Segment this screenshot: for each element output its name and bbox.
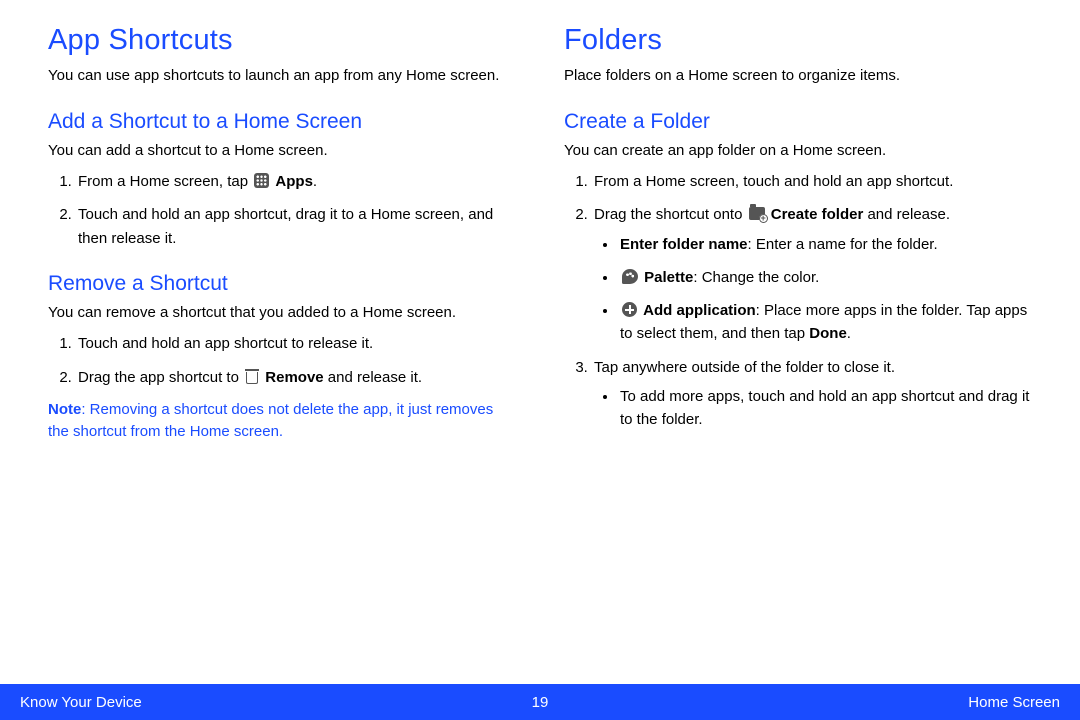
text: From a Home screen, tap	[78, 173, 252, 190]
note-text: : Removing a shortcut does not delete th…	[48, 401, 493, 441]
add-application-icon	[622, 302, 637, 317]
paragraph: You can add a shortcut to a Home screen.	[48, 140, 516, 163]
list-item: Enter folder name: Enter a name for the …	[618, 233, 1032, 256]
heading-app-shortcuts: App Shortcuts	[48, 24, 516, 57]
paragraph: You can create an app folder on a Home s…	[564, 140, 1032, 163]
bullet-list: To add more apps, touch and hold an app …	[594, 385, 1032, 432]
note-label: Note	[48, 401, 81, 418]
text: Tap anywhere outside of the folder to cl…	[594, 359, 895, 376]
footer-left: Know Your Device	[20, 694, 142, 711]
list-item: From a Home screen, touch and hold an ap…	[592, 170, 1032, 193]
text: : Change the color.	[693, 269, 819, 286]
text: .	[847, 325, 851, 342]
text: and release it.	[324, 369, 422, 386]
bold-label: Done	[809, 325, 847, 342]
right-column: Folders Place folders on a Home screen t…	[564, 24, 1032, 672]
left-column: App Shortcuts You can use app shortcuts …	[48, 24, 516, 672]
list-item: Drag the shortcut onto Create folder and…	[592, 203, 1032, 345]
list-item: Add application: Place more apps in the …	[618, 299, 1032, 346]
bold-label: Enter folder name	[620, 236, 748, 253]
bold-label: Add application	[643, 302, 756, 319]
list-item: Tap anywhere outside of the folder to cl…	[592, 356, 1032, 432]
list-item: Touch and hold an app shortcut, drag it …	[76, 203, 516, 250]
paragraph: You can remove a shortcut that you added…	[48, 302, 516, 325]
paragraph: Place folders on a Home screen to organi…	[564, 65, 1032, 88]
list-item: Palette: Change the color.	[618, 266, 1032, 289]
bold-label: Apps	[275, 173, 313, 190]
list-item: Drag the app shortcut to Remove and rele…	[76, 366, 516, 389]
list-item: Touch and hold an app shortcut to releas…	[76, 332, 516, 355]
text: Drag the app shortcut to	[78, 369, 243, 386]
bold-label: Palette	[644, 269, 693, 286]
text: Drag the shortcut onto	[594, 206, 747, 223]
apps-grid-icon	[254, 173, 269, 188]
note: Note: Removing a shortcut does not delet…	[48, 399, 516, 444]
paragraph: You can use app shortcuts to launch an a…	[48, 65, 516, 88]
ordered-list: From a Home screen, tap Apps. Touch and …	[48, 170, 516, 250]
heading-create-folder: Create a Folder	[564, 110, 1032, 134]
bullet-list: Enter folder name: Enter a name for the …	[594, 233, 1032, 346]
text: and release.	[863, 206, 950, 223]
bold-label: Create folder	[771, 206, 864, 223]
bold-label: Remove	[265, 369, 323, 386]
palette-icon	[622, 269, 638, 284]
list-item: To add more apps, touch and hold an app …	[618, 385, 1032, 432]
footer-right: Home Screen	[968, 694, 1060, 711]
heading-remove-shortcut: Remove a Shortcut	[48, 272, 516, 296]
heading-folders: Folders	[564, 24, 1032, 57]
text: : Enter a name for the folder.	[748, 236, 938, 253]
create-folder-icon	[749, 207, 765, 220]
page-footer: Know Your Device 19 Home Screen	[0, 684, 1080, 720]
text: .	[313, 173, 317, 190]
ordered-list: From a Home screen, touch and hold an ap…	[564, 170, 1032, 431]
ordered-list: Touch and hold an app shortcut to releas…	[48, 332, 516, 389]
list-item: From a Home screen, tap Apps.	[76, 170, 516, 193]
page-number: 19	[532, 694, 549, 711]
trash-icon	[245, 369, 259, 384]
heading-add-shortcut: Add a Shortcut to a Home Screen	[48, 110, 516, 134]
page-content: App Shortcuts You can use app shortcuts …	[0, 0, 1080, 684]
